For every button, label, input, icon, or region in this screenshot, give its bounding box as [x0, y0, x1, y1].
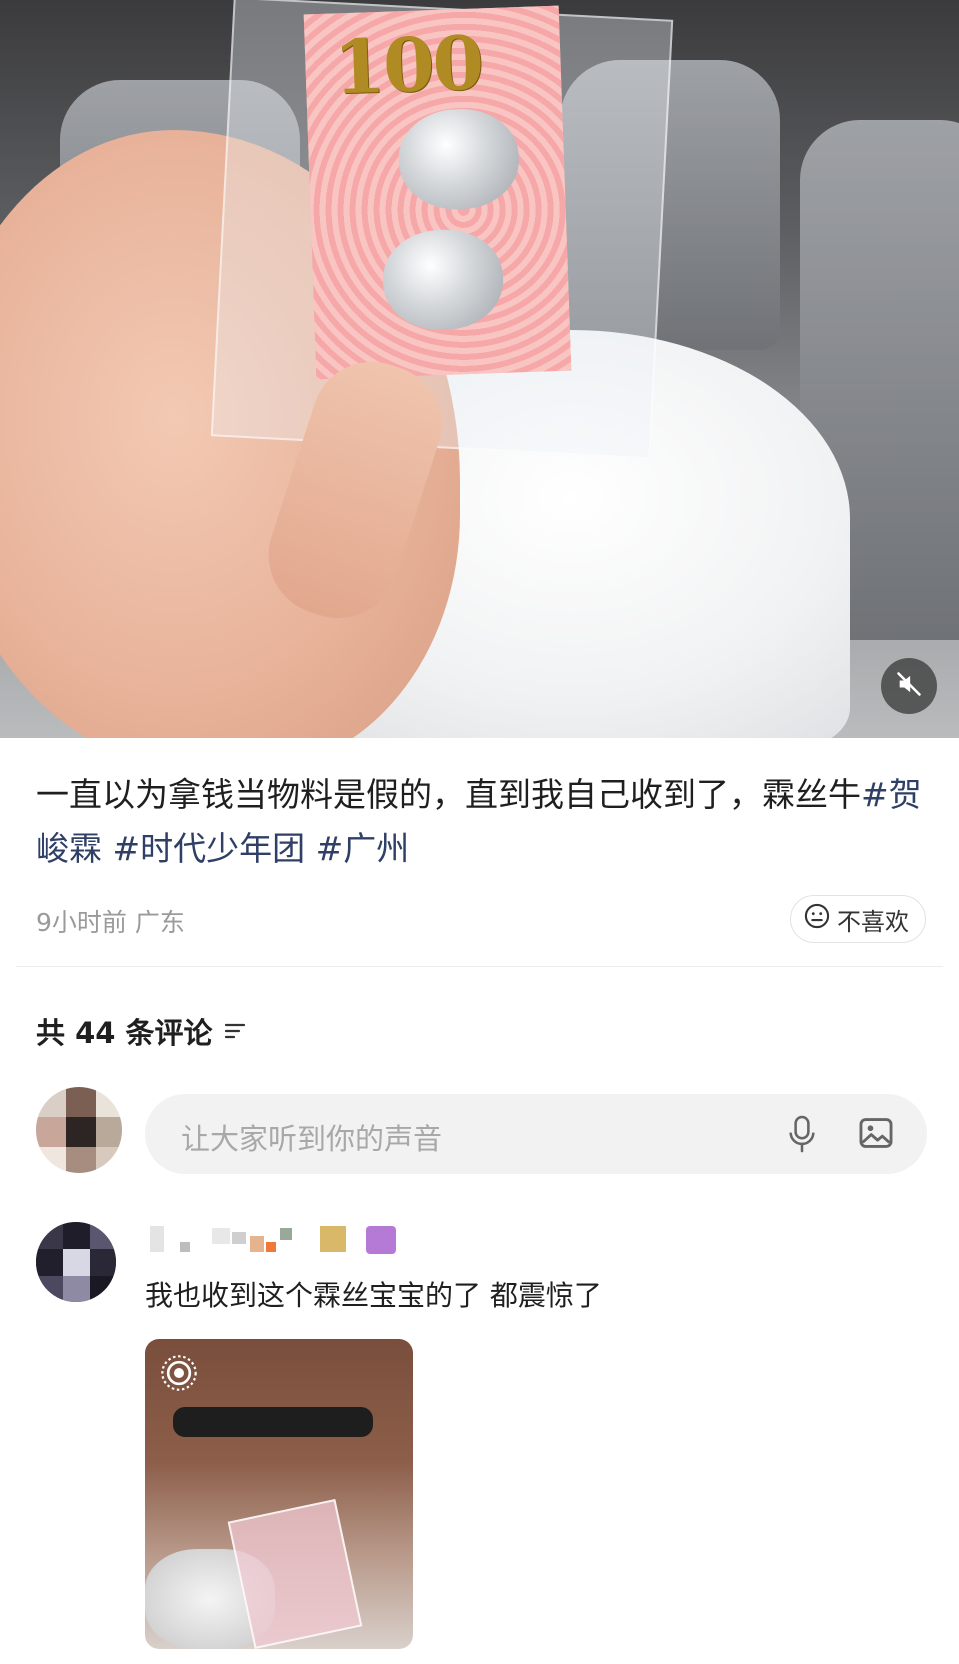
hashtag-link[interactable]: #广州 [316, 829, 410, 868]
my-avatar[interactable] [36, 1087, 122, 1173]
reply-text: 我也收到这个霖丝宝宝的了 都震惊了 [145, 1279, 602, 1312]
live-photo-icon [159, 1353, 199, 1397]
banknote: 100 [303, 5, 572, 380]
microphone-icon[interactable] [785, 1114, 819, 1158]
reply-username-blurred[interactable] [150, 1222, 410, 1258]
banknote-value: 100 [332, 20, 484, 112]
comment-count: 共 44 条评论 [36, 1016, 213, 1050]
post-text-block: 一直以为拿钱当物料是假的，直到我自己收到了，霖丝牛#贺峻霖 #时代少年团 #广州 [36, 768, 926, 876]
comment-input-placeholder: 让大家听到你的声音 [181, 1122, 443, 1156]
wrapped-candy [397, 107, 521, 212]
mute-icon [895, 670, 923, 702]
comment-input[interactable]: 让大家听到你的声音 [145, 1094, 927, 1174]
hashtag-link[interactable]: #时代少年团 [113, 829, 306, 868]
post-time: 9小时前 [36, 908, 127, 937]
post-text: 一直以为拿钱当物料是假的，直到我自己收到了，霖丝牛 [36, 775, 861, 814]
reply-photo[interactable] [145, 1339, 413, 1649]
post-location: 广东 [134, 908, 185, 937]
seat-handle [173, 1407, 373, 1437]
divider [16, 966, 943, 967]
post-main-image[interactable]: 100 [0, 0, 959, 738]
dislike-label: 不喜欢 [837, 907, 909, 936]
dislike-button[interactable]: 不喜欢 [790, 895, 926, 943]
post-meta: 9小时前 广东 不喜欢 [36, 895, 926, 943]
comments-header[interactable]: 共 44 条评论 [36, 1010, 247, 1052]
wrapped-candy [381, 227, 505, 332]
reply-avatar[interactable] [36, 1222, 116, 1302]
sort-icon[interactable] [223, 1014, 247, 1048]
dislike-face-icon [803, 902, 831, 936]
mute-button[interactable] [881, 658, 937, 714]
post-meta-text: 9小时前 广东 [36, 903, 185, 939]
image-icon[interactable] [857, 1114, 895, 1156]
